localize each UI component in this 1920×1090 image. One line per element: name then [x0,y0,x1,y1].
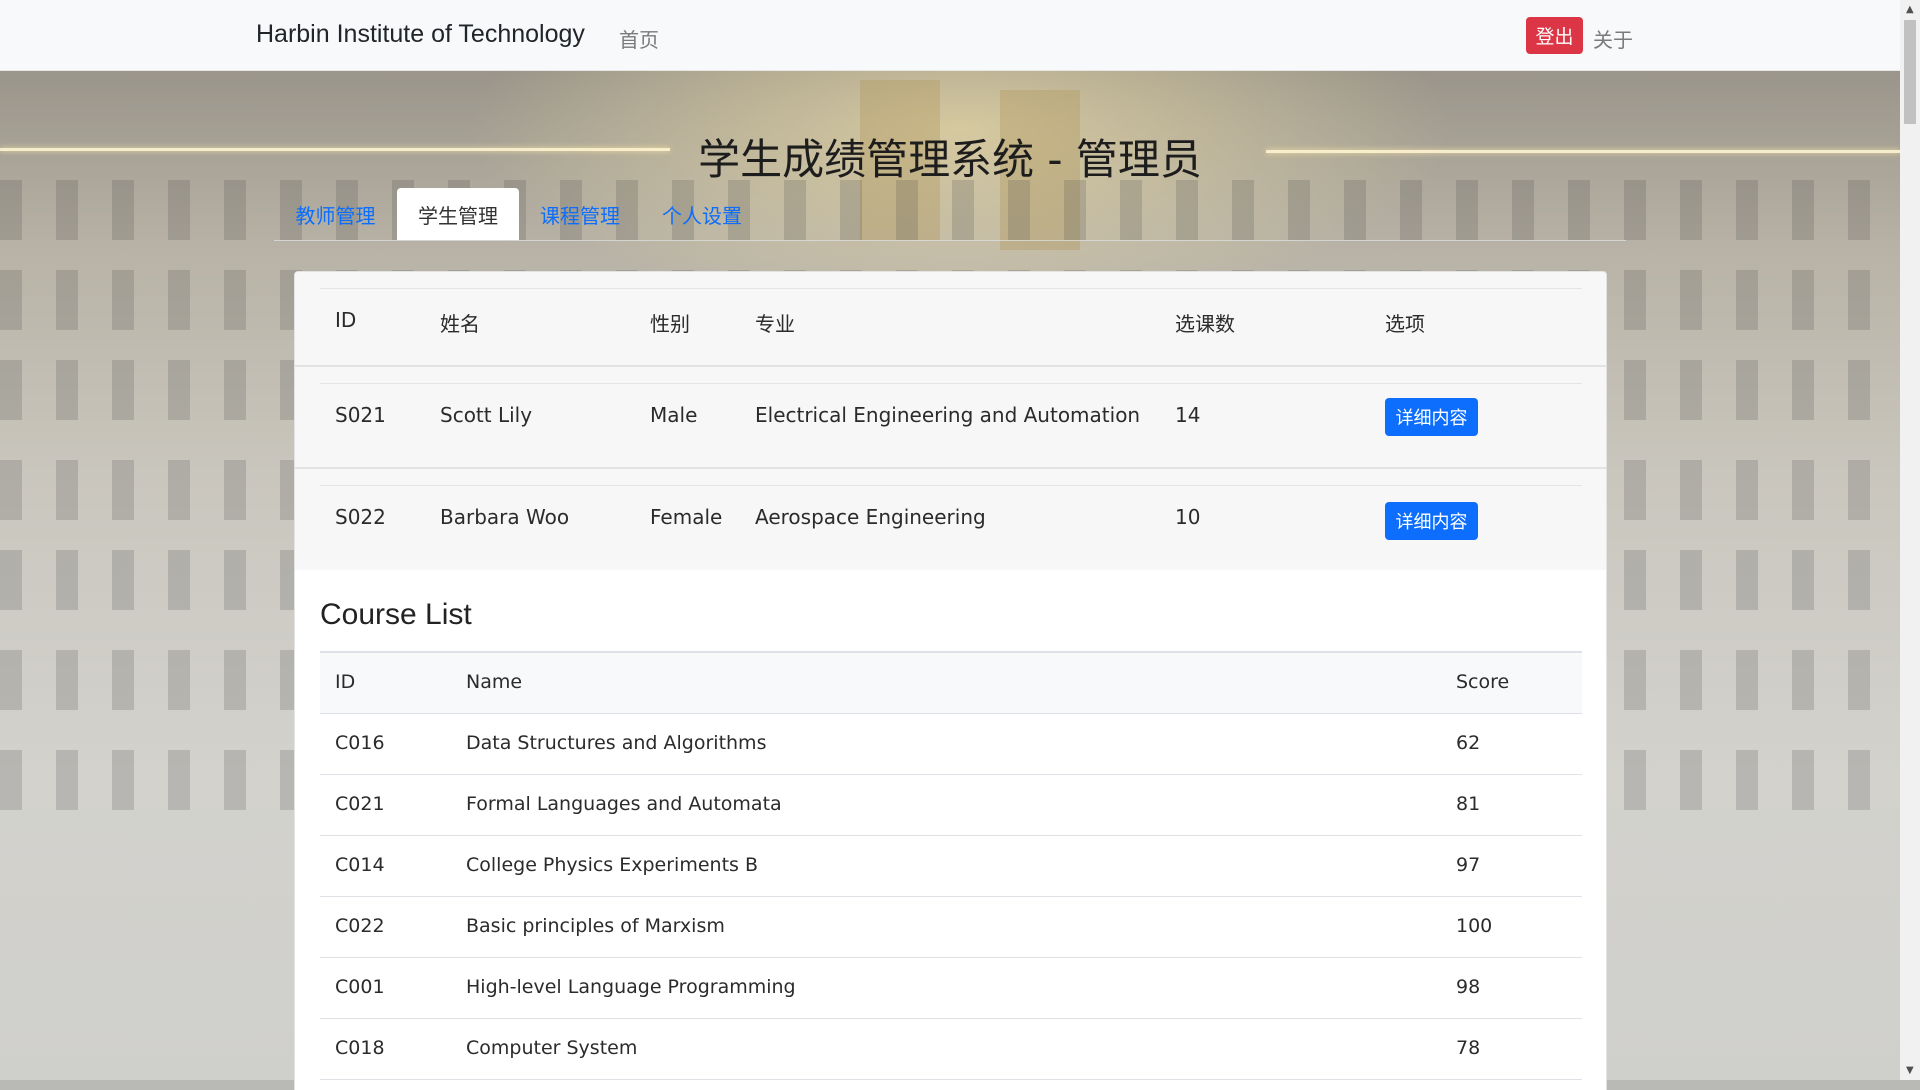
course-name: College Physics Experiments B [466,854,758,876]
course-table: ID Name Score C016 Data Structures and A… [320,651,1582,1080]
logout-button[interactable]: 登出 [1526,17,1583,54]
course-name: Data Structures and Algorithms [466,732,767,754]
course-name: Computer System [466,1037,638,1059]
scrollbar-thumb[interactable] [1904,20,1916,124]
course-id: C014 [335,854,385,876]
tab-student-management[interactable]: 学生管理 [397,188,519,240]
header-options: 选项 [1385,312,1425,336]
course-id: C018 [335,1037,385,1059]
student-name: Barbara Woo [440,505,570,529]
student-gender: Female [650,505,723,529]
student-course-count: 14 [1175,403,1201,427]
course-header-name: Name [466,671,523,693]
course-name: High-level Language Programming [466,976,796,998]
course-header-id: ID [335,671,356,693]
course-header-score: Score [1456,671,1510,693]
course-table-header: ID Name Score [320,651,1582,714]
course-name: Formal Languages and Automata [466,793,782,815]
tab-personal-settings[interactable]: 个人设置 [641,188,763,240]
header-name: 姓名 [440,312,480,336]
table-row: C016 Data Structures and Algorithms 62 [320,714,1582,775]
course-score: 100 [1456,915,1493,937]
student-row: S022 Barbara Woo Female Aerospace Engine… [294,468,1607,572]
course-id: C001 [335,976,385,998]
header-major: 专业 [755,312,795,336]
header-course-count: 选课数 [1175,312,1235,336]
course-score: 98 [1456,976,1481,998]
page-scrollbar[interactable]: ▲ ▼ [1900,0,1920,1080]
student-major: Aerospace Engineering [755,505,986,529]
details-button[interactable]: 详细内容 [1385,398,1478,436]
course-id: C016 [335,732,385,754]
course-score: 97 [1456,854,1481,876]
nav-about-link[interactable]: 关于 [1593,24,1633,53]
brand-link[interactable]: Harbin Institute of Technology [256,20,585,49]
student-id: S021 [335,403,386,427]
scroll-up-arrow-icon[interactable]: ▲ [1906,4,1914,15]
top-navbar: Harbin Institute of Technology 首页 登出 关于 [0,0,1900,71]
details-button[interactable]: 详细内容 [1385,502,1478,540]
course-score: 62 [1456,732,1481,754]
course-id: C021 [335,793,385,815]
tab-teacher-management[interactable]: 教师管理 [274,188,397,240]
course-score: 81 [1456,793,1481,815]
table-row: C022 Basic principles of Marxism 100 [320,897,1582,958]
course-list-panel: Course List ID Name Score C016 Data Stru… [294,570,1607,1090]
table-row: C001 High-level Language Programming 98 [320,958,1582,1019]
student-gender: Male [650,403,698,427]
course-score: 78 [1456,1037,1481,1059]
course-name: Basic principles of Marxism [466,915,725,937]
tab-bar: 教师管理 学生管理 课程管理 个人设置 [274,188,1626,241]
student-table-header: ID 姓名 性别 专业 选课数 选项 [294,271,1607,366]
student-course-count: 10 [1175,505,1201,529]
student-row: S021 Scott Lily Male Electrical Engineer… [294,366,1607,468]
course-list-title: Course List [320,598,472,631]
student-name: Scott Lily [440,403,533,427]
scroll-down-arrow-icon[interactable]: ▼ [1906,1065,1914,1076]
table-row: C021 Formal Languages and Automata 81 [320,775,1582,836]
student-major: Electrical Engineering and Automation [755,403,1141,427]
page-title: 学生成绩管理系统 - 管理员 [698,135,1202,184]
course-id: C022 [335,915,385,937]
table-row: C014 College Physics Experiments B 97 [320,836,1582,897]
header-id: ID [335,308,357,332]
table-row: C018 Computer System 78 [320,1019,1582,1080]
header-gender: 性别 [650,312,690,336]
student-id: S022 [335,505,386,529]
nav-home-link[interactable]: 首页 [619,24,659,53]
tab-course-management[interactable]: 课程管理 [519,188,641,240]
